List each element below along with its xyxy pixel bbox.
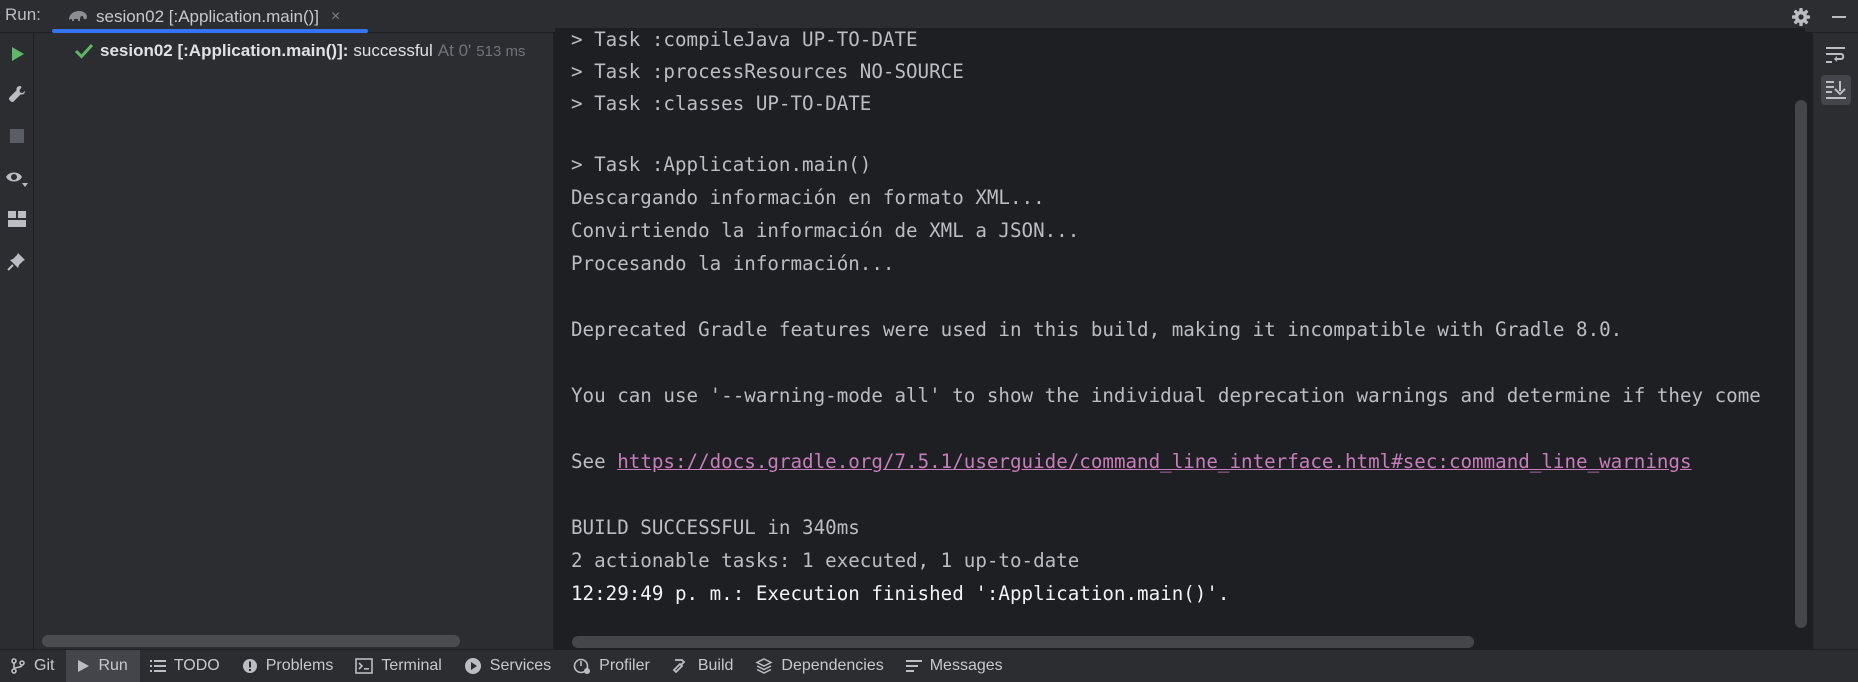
gradle-elephant-icon: [69, 10, 87, 21]
terminal-icon: [355, 658, 374, 674]
run-tool-button[interactable]: Run: [66, 649, 140, 682]
soft-wrap-button[interactable]: [1821, 40, 1851, 70]
profiler-tool-label: Profiler: [599, 657, 650, 674]
view-options-button[interactable]: [2, 163, 32, 193]
run-tab[interactable]: sesion02 [:Application.main()] ×: [52, 0, 368, 33]
run-tree-panel: sesion02 [:Application.main()]: successf…: [34, 33, 554, 649]
messages-tool-label: Messages: [929, 657, 1003, 674]
services-icon: [464, 658, 481, 674]
tree-row-status: successful: [353, 41, 433, 60]
console-line: > Task :Application.main(): [571, 153, 872, 176]
console-line: > Task :compileJava UP-TO-DATE: [571, 28, 918, 51]
git-branch-icon: [11, 658, 25, 674]
dependencies-tool-label: Dependencies: [781, 657, 884, 674]
check-icon: [74, 43, 94, 59]
console-line-finished: 12:29:49 p. m.: Execution finished ':App…: [571, 582, 1230, 605]
services-tool-label: Services: [489, 657, 552, 674]
build-tool-button[interactable]: Build: [662, 650, 746, 682]
rerun-button[interactable]: [2, 39, 32, 69]
gear-icon: [1792, 7, 1810, 26]
play-icon: [78, 660, 90, 672]
see-prefix: See: [571, 450, 618, 473]
hammer-icon: [672, 659, 686, 674]
scroll-to-end-button[interactable]: [1821, 75, 1851, 105]
info-icon: [242, 659, 257, 673]
minimize-button[interactable]: [1820, 0, 1858, 33]
right-toolbar: [1812, 33, 1858, 649]
console-line: Deprecated Gradle features were used in …: [571, 318, 1623, 341]
console-horizontal-scrollbar[interactable]: [572, 636, 1474, 648]
dependencies-tool-button[interactable]: Dependencies: [745, 650, 895, 682]
tree-row-name: sesion02 [:Application.main()]:: [100, 41, 349, 60]
play-icon: [12, 47, 24, 61]
console-line-see: See https://docs.gradle.org/7.5.1/usergu…: [571, 445, 1692, 478]
stop-icon: [10, 129, 24, 143]
list-icon: [149, 660, 166, 672]
run-tool-label: Run: [98, 657, 128, 674]
git-tool-label: Git: [34, 657, 55, 674]
docs-link[interactable]: https://docs.gradle.org/7.5.1/userguide/…: [617, 450, 1691, 473]
tree-horizontal-scrollbar[interactable]: [42, 635, 460, 647]
build-tool-label: Build: [697, 657, 734, 674]
console-line: Descargando información en formato XML..…: [571, 186, 1045, 209]
eye-icon: [6, 172, 28, 187]
left-toolbar: [0, 33, 34, 649]
terminal-tool-button[interactable]: Terminal: [345, 650, 453, 682]
console-line: > Task :classes UP-TO-DATE: [571, 92, 872, 115]
messages-icon: [905, 660, 922, 672]
profiler-icon: [573, 658, 591, 674]
scroll-to-end-icon: [1826, 81, 1846, 99]
console-vertical-scrollbar[interactable]: [1795, 100, 1807, 628]
tree-row[interactable]: sesion02 [:Application.main()]: successf…: [74, 39, 526, 63]
todo-tool-button[interactable]: TODO: [140, 650, 232, 682]
console-line: Convirtiendo la información de XML a JSO…: [571, 219, 1080, 242]
pin-tab-button[interactable]: [2, 246, 32, 276]
services-tool-button[interactable]: Services: [454, 650, 563, 682]
minimize-icon: [1832, 15, 1846, 18]
console-line: BUILD SUCCESSFUL in 340ms: [571, 516, 860, 539]
layout-button[interactable]: [2, 204, 32, 234]
stop-button[interactable]: [2, 121, 32, 151]
problems-tool-label: Problems: [265, 657, 334, 674]
run-tab-title: sesion02 [:Application.main()]: [96, 6, 320, 26]
problems-tool-button[interactable]: Problems: [232, 650, 346, 682]
messages-tool-button[interactable]: Messages: [896, 650, 1015, 682]
run-label: Run:: [5, 5, 41, 24]
layers-icon: [755, 658, 774, 674]
soft-wrap-icon: [1826, 47, 1845, 63]
close-icon[interactable]: ×: [331, 8, 340, 26]
bottom-tool-bar: Git Run TODO Problems Terminal Services …: [0, 649, 1858, 682]
build-settings-button[interactable]: [2, 79, 32, 109]
wrench-icon: [8, 86, 25, 103]
layout-icon: [8, 211, 26, 227]
pin-icon: [7, 253, 25, 271]
profiler-tool-button[interactable]: Profiler: [563, 650, 662, 682]
console-line: 2 actionable tasks: 1 executed, 1 up-to-…: [571, 549, 1080, 572]
terminal-tool-label: Terminal: [381, 657, 442, 674]
console-line: You can use '--warning-mode all' to show…: [571, 384, 1761, 407]
todo-tool-label: TODO: [173, 657, 220, 674]
console-line: Procesando la información...: [571, 252, 895, 275]
tree-row-duration: 513 ms: [476, 42, 526, 60]
git-tool-button[interactable]: Git: [0, 650, 66, 682]
tree-row-time: At 0': [437, 41, 472, 60]
console-output[interactable]: > Task :compileJava UP-TO-DATE > Task :p…: [555, 28, 1805, 644]
console-line: > Task :processResources NO-SOURCE: [571, 60, 964, 83]
